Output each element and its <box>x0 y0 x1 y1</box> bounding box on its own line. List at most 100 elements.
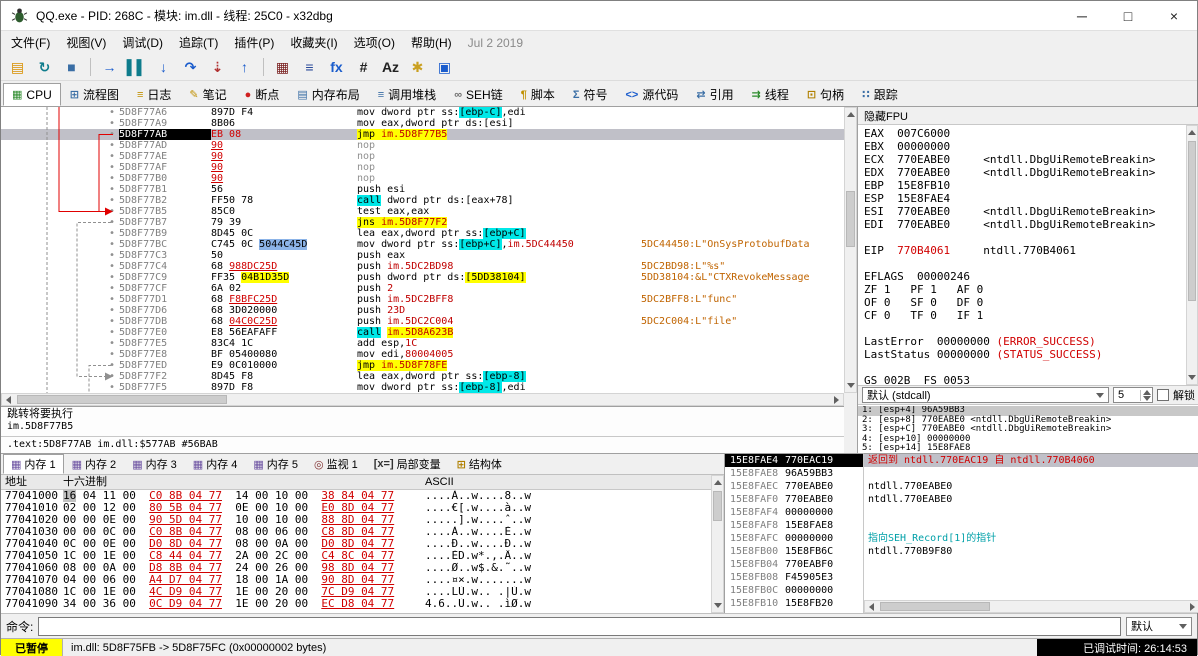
register-line[interactable]: LastError 00000000 (ERROR_SUCCESS) <box>864 335 1198 348</box>
tab-watch-1[interactable]: ◎ 监视 1 <box>306 454 366 474</box>
scroll-down-icon[interactable] <box>1187 371 1197 384</box>
register-line[interactable]: EDX 770EABE0 <ntdll.DbgUiRemoteBreakin> <box>864 166 1198 179</box>
scroll-up-icon[interactable] <box>845 108 856 121</box>
step-into-button[interactable]: ↓ <box>151 56 176 79</box>
stack-comments-scrollbar[interactable] <box>864 600 1198 613</box>
stack-comment[interactable] <box>864 558 1198 571</box>
register-line[interactable]: ESP 15E8FAE4 <box>864 192 1198 205</box>
scroll-down-icon[interactable] <box>712 599 723 612</box>
disasm-row[interactable]: • 5D8F77D1 68 F8BFC25D push im.5DC2BFF8 5DC2… <box>1 294 844 305</box>
stack-pane[interactable]: 15E8FAE4 770EAC19 15E8FAE8 96A59BB3 15E8FAEC… <box>724 453 863 613</box>
scroll-left-icon[interactable] <box>2 394 15 405</box>
scylla-button[interactable]: ▦ <box>270 56 295 79</box>
registers-scrollbar[interactable] <box>1186 125 1198 385</box>
dump-row[interactable]: 77041090 34 00 36 00 0C D9 04 77 1E 00 20… <box>1 598 711 610</box>
scrollbar-track[interactable] <box>15 394 830 405</box>
scroll-up-icon[interactable] <box>1187 126 1197 139</box>
disasm-row[interactable]: • 5D8F77CF 6A 02 push 2 <box>1 283 844 294</box>
run-to-return-button[interactable]: ↑ <box>232 56 257 79</box>
breakpoint-list-button[interactable]: ≡ <box>297 56 322 79</box>
tab-breakpoints[interactable]: ● 断点 <box>236 83 289 106</box>
disasm-row[interactable]: • 5D8F77E0 E8 56EAFAFF call im.5D8A623B <box>1 327 844 338</box>
scrollbar-track[interactable] <box>1187 139 1197 371</box>
scroll-right-icon[interactable] <box>830 394 843 405</box>
command-input[interactable] <box>38 616 1121 636</box>
disasm-row[interactable]: • 5D8F77BC C745 0C 5044C45D mov dword ptr s… <box>1 239 844 250</box>
stack-row[interactable]: 15E8FB04 770EABF0 <box>725 558 863 571</box>
scrollbar-thumb[interactable] <box>713 491 722 521</box>
disassembly-vertical-scrollbar[interactable] <box>844 107 857 393</box>
tab-cpu[interactable]: ▦ CPU <box>3 83 61 106</box>
disasm-row[interactable]: • 5D8F77DB 68 04C0C25D push im.5DC2C004 5DC2… <box>1 316 844 327</box>
step-over-button[interactable]: ↷ <box>178 56 203 79</box>
run-button[interactable]: → <box>97 56 122 79</box>
stack-comment[interactable] <box>864 584 1198 597</box>
tab-call-stack[interactable]: ≡ 调用堆栈 <box>369 83 445 106</box>
register-line[interactable]: GS 002B FS 0053 <box>864 374 1198 385</box>
register-line[interactable]: EBX 00000000 <box>864 140 1198 153</box>
register-line[interactable]: ZF 1 PF 1 AF 0 <box>864 283 1198 296</box>
stack-row[interactable]: 15E8FAF8 15E8FAE8 <box>725 519 863 532</box>
disasm-row[interactable]: • 5D8F77E5 83C4 1C add esp,1C <box>1 338 844 349</box>
memory-map-button[interactable]: ▣ <box>432 56 457 79</box>
menu-debug[interactable]: 调试(D) <box>114 31 171 54</box>
register-line[interactable]: ECX 770EABE0 <ntdll.DbgUiRemoteBreakin> <box>864 153 1198 166</box>
tab-seh[interactable]: ∞ SEH链 <box>445 83 512 106</box>
argument-row[interactable]: 5: [esp+14] 15E8FAE8 <box>858 443 1198 453</box>
stack-comment[interactable]: 返回到 ntdll.770EAC19 自 ntdll.770B4060 <box>864 454 1198 467</box>
assemble-fx-button[interactable]: fx <box>324 56 349 79</box>
scrollbar-track[interactable] <box>845 121 856 379</box>
disasm-row[interactable]: • 5D8F77B7 79 39 jns im.5D8F77F2 <box>1 217 844 228</box>
tab-script[interactable]: ¶ 脚本 <box>512 83 564 106</box>
scrollbar-thumb[interactable] <box>17 395 227 404</box>
scroll-up-icon[interactable] <box>712 476 723 489</box>
unlock-checkbox[interactable] <box>1157 389 1169 401</box>
tab-symbols[interactable]: Σ 符号 <box>564 83 617 106</box>
tab-dump-3[interactable]: ▦ 内存 3 <box>124 454 185 474</box>
stack-row[interactable]: 15E8FB10 15E8FB20 <box>725 597 863 610</box>
stack-comment[interactable] <box>864 506 1198 519</box>
disasm-row[interactable]: • 5D8F77C4 68 988DC25D push im.5DC2BD98 5DC2… <box>1 261 844 272</box>
register-line[interactable]: CF 0 TF 0 IF 1 <box>864 309 1198 322</box>
tab-locals[interactable]: [x=] 局部变量 <box>366 454 449 474</box>
scrollbar-track[interactable] <box>878 601 1186 612</box>
dump-vertical-scrollbar[interactable] <box>711 475 724 613</box>
tab-handles[interactable]: ⊡ 句柄 <box>798 83 853 106</box>
register-line[interactable] <box>864 257 1198 270</box>
disasm-row[interactable]: • 5D8F77C9 FF35 04B1D35D push dword ptr ds:… <box>1 272 844 283</box>
disasm-row[interactable]: • 5D8F77B0 90 nop <box>1 173 844 184</box>
register-line[interactable]: LastStatus 00000000 (STATUS_SUCCESS) <box>864 348 1198 361</box>
disasm-row[interactable]: • 5D8F77D6 68 3D020000 push 23D <box>1 305 844 316</box>
tab-threads[interactable]: ⇉ 线程 <box>743 83 798 106</box>
stack-row[interactable]: 15E8FAE4 770EAC19 <box>725 454 863 467</box>
disasm-row[interactable]: • 5D8F77A6 897D F4 mov dword ptr ss:[ebp-C]… <box>1 107 844 118</box>
register-line[interactable] <box>864 231 1198 244</box>
stack-row[interactable]: 15E8FAEC 770EABE0 <box>725 480 863 493</box>
register-line[interactable] <box>864 361 1198 374</box>
argument-count-stepper[interactable]: 5 <box>1113 387 1153 403</box>
stack-row[interactable]: 15E8FB00 15E8FB6C <box>725 545 863 558</box>
open-file-button[interactable]: ▤ <box>5 56 30 79</box>
calling-convention-select[interactable]: 默认 (stdcall) <box>862 387 1109 403</box>
tab-dump-1[interactable]: ▦ 内存 1 <box>3 454 64 474</box>
disasm-row[interactable]: • 5D8F77A9 8B06 mov eax,dword ptr ds:[esi] <box>1 118 844 129</box>
pause-button[interactable]: ▌▌ <box>124 56 149 79</box>
disasm-row[interactable]: • 5D8F77B1 56 push esi <box>1 184 844 195</box>
tab-dump-5[interactable]: ▦ 内存 5 <box>245 454 306 474</box>
settings-gear-button[interactable]: ✱ <box>405 56 430 79</box>
disasm-row[interactable]: • 5D8F77AD 90 nop <box>1 140 844 151</box>
stack-comment[interactable] <box>864 467 1198 480</box>
tab-trace[interactable]: ∷ 跟踪 <box>853 83 907 106</box>
hide-fpu-button[interactable]: 隐藏FPU <box>858 107 1198 125</box>
disasm-row[interactable]: • 5D8F77E8 BF 05400080 mov edi,80004005 <box>1 349 844 360</box>
scroll-left-icon[interactable] <box>865 601 878 612</box>
disasm-row[interactable]: • 5D8F77AF 90 nop <box>1 162 844 173</box>
register-line[interactable]: ESI 770EABE0 <ntdll.DbgUiRemoteBreakin> <box>864 205 1198 218</box>
stack-comment[interactable] <box>864 571 1198 584</box>
menu-options[interactable]: 选项(O) <box>346 31 403 54</box>
scroll-right-icon[interactable] <box>1186 601 1198 612</box>
stack-comments-pane[interactable]: 返回到 ntdll.770EAC19 自 ntdll.770B4060 ntdll… <box>863 453 1198 613</box>
stack-comment[interactable] <box>864 519 1198 532</box>
stop-button[interactable]: ■ <box>59 56 84 79</box>
tab-log[interactable]: ≡ 日志 <box>128 83 180 106</box>
